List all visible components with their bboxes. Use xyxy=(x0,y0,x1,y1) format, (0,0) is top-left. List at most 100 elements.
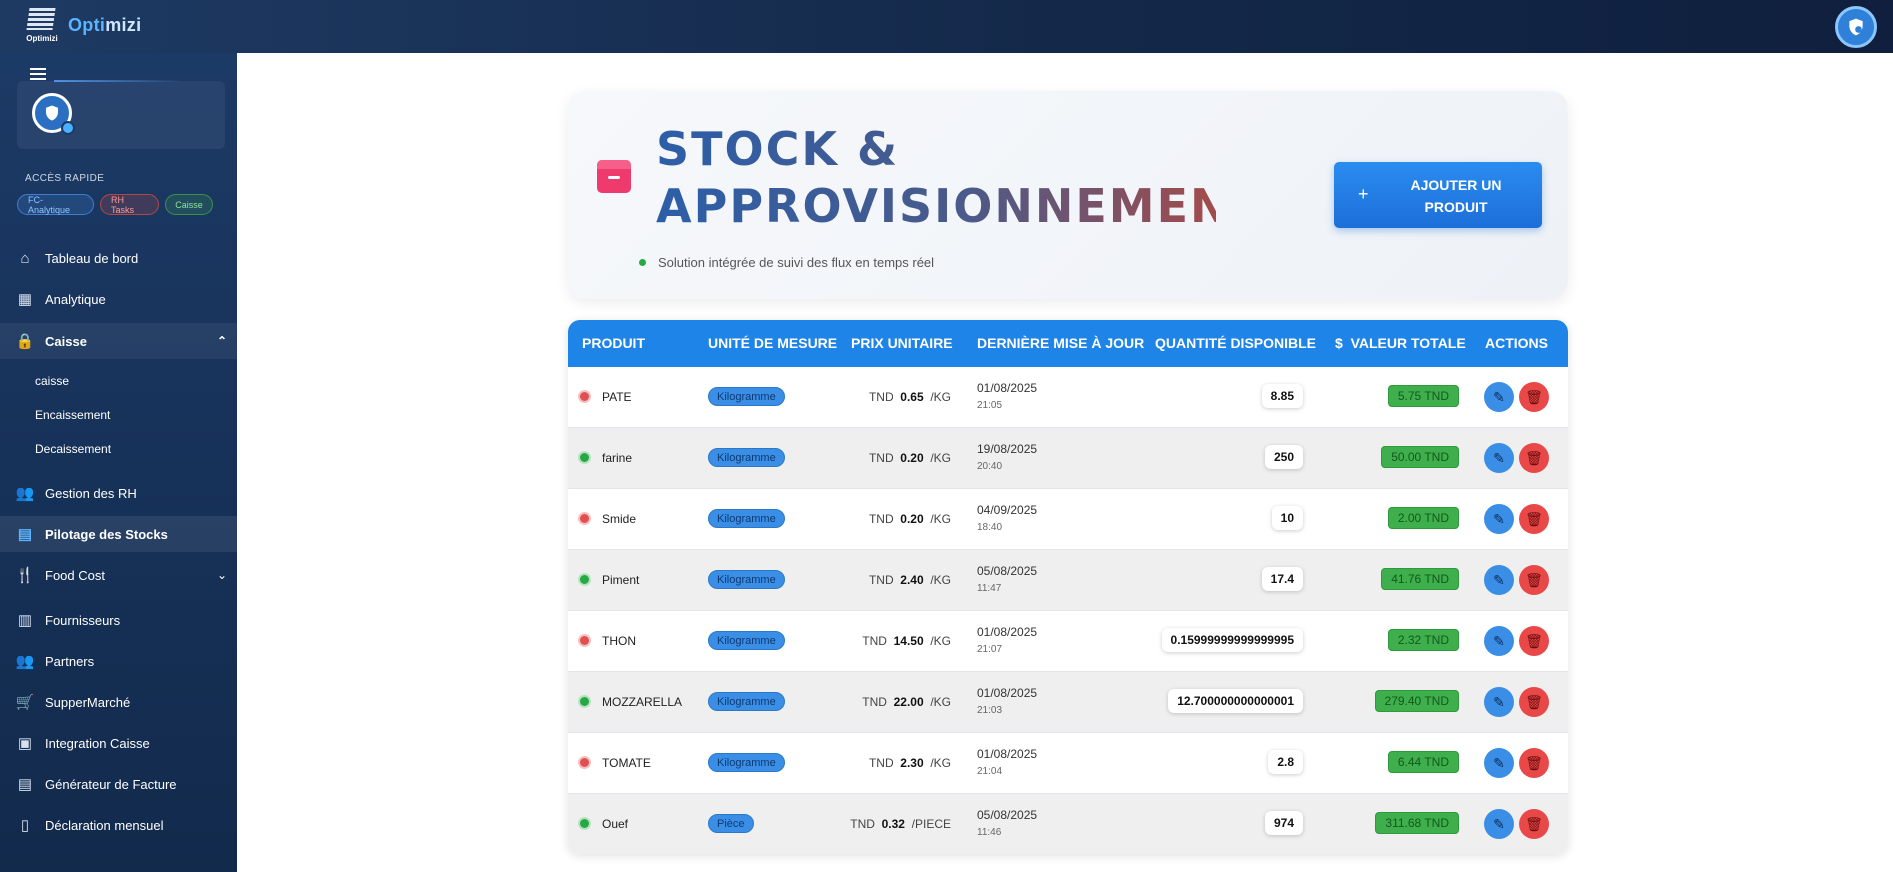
price-currency: TND xyxy=(868,512,894,526)
sidebar-item-label: Food Cost xyxy=(45,567,105,583)
hamburger-menu-icon[interactable] xyxy=(30,68,46,80)
price-unit: /KG xyxy=(930,451,951,465)
sidebar-item-integration-caisse[interactable]: ▣ Integration Caisse xyxy=(0,725,237,761)
pencil-icon: ✎ xyxy=(1493,632,1505,649)
dollar-icon: $ xyxy=(1335,335,1343,351)
page-title-line1: STOCK & xyxy=(656,122,900,176)
header-produit[interactable]: PRODUIT xyxy=(582,335,645,351)
sidebar-item-label: Générateur de Facture xyxy=(45,776,177,792)
app-name-part-a: Opti xyxy=(68,15,106,35)
trash-icon: 🗑 xyxy=(1525,510,1543,527)
sidebar-item-caisse[interactable]: 🔒 Caisse ⌃ xyxy=(0,323,237,359)
edit-button[interactable]: ✎ xyxy=(1484,748,1514,778)
update-time: 21:07 xyxy=(977,644,1003,655)
unit-badge: Kilogramme xyxy=(708,448,785,467)
header-unite[interactable]: UNITÉ DE MESURE xyxy=(708,335,837,351)
logo-text: Optimizi xyxy=(26,34,58,43)
product-name: PATE xyxy=(602,390,632,404)
app-name-part-b: mizi xyxy=(105,15,142,35)
price-currency: TND xyxy=(868,756,894,770)
edit-button[interactable]: ✎ xyxy=(1484,504,1514,534)
quick-chip-rh-tasks[interactable]: RH Tasks xyxy=(100,194,159,215)
header-valeur-label: VALEUR TOTALE xyxy=(1350,335,1466,351)
delete-button[interactable]: 🗑 xyxy=(1519,626,1549,656)
quick-chip-fc-analytique[interactable]: FC-Analytique xyxy=(17,194,94,215)
update-date: 05/08/2025 xyxy=(977,808,1038,822)
sidebar-item-partners[interactable]: 👥 Partners xyxy=(0,643,237,679)
price-currency: TND xyxy=(868,390,894,404)
price-value: 2.40 xyxy=(900,573,924,587)
unit-badge: Kilogramme xyxy=(708,509,785,528)
product-name: THON xyxy=(602,634,636,648)
sidebar-item-generateur-facture[interactable]: ▤ Générateur de Facture xyxy=(0,766,237,802)
sidebar-subitem-decaissement[interactable]: Decaissement xyxy=(35,442,111,456)
unit-price: TND 22.00 /KG xyxy=(862,695,951,709)
unit-price: TND 2.40 /KG xyxy=(869,573,951,587)
delete-button[interactable]: 🗑 xyxy=(1519,443,1549,473)
archive-box-icon xyxy=(597,160,631,193)
delete-button[interactable]: 🗑 xyxy=(1519,565,1549,595)
quantity-badge: 17.4 xyxy=(1261,567,1303,591)
update-date: 01/08/2025 xyxy=(977,381,1038,395)
price-currency: TND xyxy=(868,451,894,465)
delete-button[interactable]: 🗑 xyxy=(1519,382,1549,412)
profile-card xyxy=(17,81,225,149)
sidebar-item-food-cost[interactable]: 🍴 Food Cost ⌄ xyxy=(0,557,237,593)
edit-button[interactable]: ✎ xyxy=(1484,443,1514,473)
edit-button[interactable]: ✎ xyxy=(1484,687,1514,717)
document-icon: ▤ xyxy=(17,776,33,793)
price-unit: /KG xyxy=(930,634,951,648)
sidebar-item-declaration-mensuel[interactable]: ▯ Déclaration mensuel xyxy=(0,807,237,843)
edit-button[interactable]: ✎ xyxy=(1484,626,1514,656)
file-icon: ▯ xyxy=(20,817,30,834)
delete-button[interactable]: 🗑 xyxy=(1519,687,1549,717)
shield-user-icon xyxy=(1849,18,1863,36)
edit-button[interactable]: ✎ xyxy=(1484,565,1514,595)
add-product-label: AJOUTER UN PRODUIT xyxy=(1410,177,1502,215)
sidebar-item-gestion-rh[interactable]: 👥 Gestion des RH xyxy=(0,475,237,511)
update-date: 01/08/2025 xyxy=(977,686,1038,700)
unit-badge: Kilogramme xyxy=(708,753,785,772)
header-valeur[interactable]: $ VALEUR TOTALE xyxy=(1335,335,1466,351)
unit-badge: Kilogramme xyxy=(708,631,785,650)
delete-button[interactable]: 🗑 xyxy=(1519,504,1549,534)
update-date: 01/08/2025 xyxy=(977,625,1038,639)
trash-icon: 🗑 xyxy=(1525,571,1543,588)
quick-chip-caisse[interactable]: Caisse xyxy=(165,194,213,215)
sidebar-item-tableau-de-bord[interactable]: ⌂ Tableau de bord xyxy=(0,240,237,276)
status-dot xyxy=(580,758,589,767)
add-product-button[interactable]: + AJOUTER UN PRODUIT xyxy=(1334,162,1542,228)
price-unit: /KG xyxy=(930,756,951,770)
price-value: 0.65 xyxy=(900,390,924,404)
home-icon: ⌂ xyxy=(20,249,30,267)
app-logo[interactable]: Optimizi xyxy=(22,6,60,44)
header-actions: ACTIONS xyxy=(1485,335,1548,351)
products-table: PRODUIT UNITÉ DE MESURE PRIX UNITAIRE DE… xyxy=(568,320,1568,854)
sidebar-item-suppermarche[interactable]: 🛒 SupperMarché xyxy=(0,684,237,720)
total-value-badge: 5.75 TND xyxy=(1387,385,1459,407)
shield-user-icon xyxy=(46,105,58,121)
lock-icon: 🔒 xyxy=(15,333,35,350)
header-prix[interactable]: PRIX UNITAIRE xyxy=(851,335,953,351)
sidebar-item-analytique[interactable]: ▦ Analytique xyxy=(0,281,237,317)
status-dot xyxy=(580,819,589,828)
sidebar-subitem-encaissement[interactable]: Encaissement xyxy=(35,408,110,422)
sidebar-item-fournisseurs[interactable]: ▥ Fournisseurs xyxy=(0,602,237,638)
header-date[interactable]: DERNIÈRE MISE À JOUR xyxy=(977,335,1144,351)
cart-icon: 🛒 xyxy=(15,694,35,711)
update-time: 11:47 xyxy=(977,583,1002,594)
main-content: STOCK & APPROVISIONNEMENT Solution intég… xyxy=(237,53,1893,872)
status-dot xyxy=(580,575,589,584)
delete-button[interactable]: 🗑 xyxy=(1519,809,1549,839)
user-avatar-button[interactable] xyxy=(1835,6,1877,48)
sidebar-subitem-caisse[interactable]: caisse xyxy=(35,374,69,388)
header-quantite[interactable]: QUANTITÉ DISPONIBLE xyxy=(1155,335,1316,351)
update-time: 21:05 xyxy=(977,400,1003,411)
sidebar-item-pilotage-stocks[interactable]: ▤ Pilotage des Stocks xyxy=(0,516,237,552)
edit-button[interactable]: ✎ xyxy=(1484,809,1514,839)
delete-button[interactable]: 🗑 xyxy=(1519,748,1549,778)
table-row: MOZZARELLA Kilogramme TND 22.00 /KG 01/08/2… xyxy=(568,672,1568,733)
edit-button[interactable]: ✎ xyxy=(1484,382,1514,412)
quantity-badge: 12.700000000000001 xyxy=(1168,689,1303,713)
store-icon: ▤ xyxy=(17,526,33,543)
